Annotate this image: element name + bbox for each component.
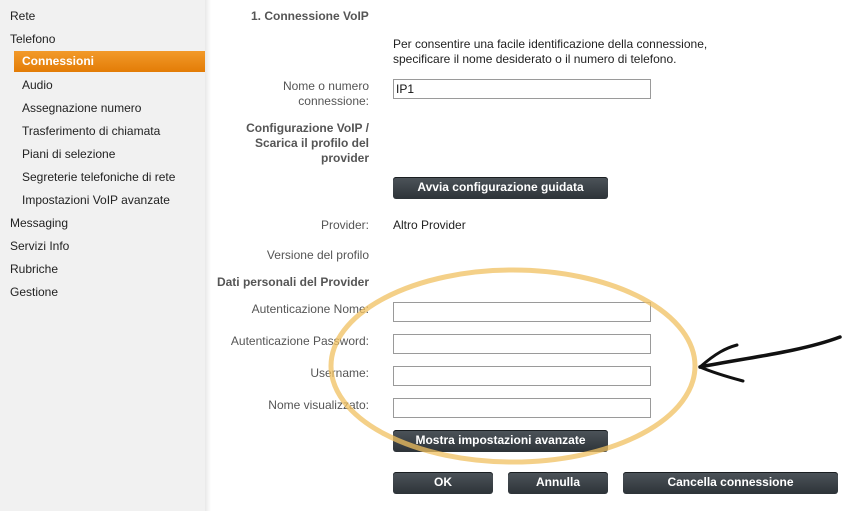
auth-name-field[interactable] <box>393 302 651 322</box>
auth-password-label: Autenticazione Password: <box>230 334 369 348</box>
nav-item-trasferimento-chiamata[interactable]: Trasferimento di chiamata <box>22 121 160 141</box>
nav-item-servizi-info[interactable]: Servizi Info <box>10 236 69 256</box>
nav-item-audio[interactable]: Audio <box>22 75 53 95</box>
ok-button[interactable]: OK <box>393 472 493 494</box>
nav-item-impostazioni-voip[interactable]: Impostazioni VoIP avanzate <box>22 190 170 210</box>
auth-name-label: Autenticazione Nome: <box>251 302 369 316</box>
profile-version-label: Versione del profilo <box>266 248 369 262</box>
personal-data-heading: Dati personali del Provider <box>216 275 369 289</box>
nav-item-assegnazione-numero[interactable]: Assegnazione numero <box>22 98 141 118</box>
nav-item-messaging[interactable]: Messaging <box>10 213 68 233</box>
username-label: Username: <box>310 366 369 380</box>
config-heading-2: Scarica il profilo del <box>254 136 369 150</box>
provider-value: Altro Provider <box>393 218 466 232</box>
show-advanced-button[interactable]: Mostra impostazioni avanzate <box>393 430 608 452</box>
connection-name-field[interactable] <box>393 79 651 99</box>
connection-name-label-1: Nome o numero <box>282 79 369 93</box>
sidebar-divider <box>205 0 211 511</box>
display-name-label: Nome visualizzato: <box>268 398 369 412</box>
intro-text-line-1: Per consentire una facile identificazion… <box>393 37 708 51</box>
nav-item-connessioni-label: Connessioni <box>22 54 95 68</box>
nav-item-rubriche[interactable]: Rubriche <box>10 259 58 279</box>
cancel-button[interactable]: Annulla <box>508 472 608 494</box>
auth-password-field[interactable] <box>393 334 651 354</box>
nav-item-connessioni[interactable]: Connessioni <box>14 51 211 72</box>
nav-item-piani-selezione[interactable]: Piani di selezione <box>22 144 115 164</box>
config-heading-3: provider <box>320 151 369 165</box>
username-field[interactable] <box>393 366 651 386</box>
annotation-arrow <box>698 335 842 383</box>
connection-name-label-2: connessione: <box>298 94 369 108</box>
nav-item-segreterie-rete[interactable]: Segreterie telefoniche di rete <box>22 167 175 187</box>
section-title: 1. Connessione VoIP <box>251 9 369 23</box>
sidebar: Rete Telefono Connessioni Audio Assegnaz… <box>0 0 211 511</box>
display-name-field[interactable] <box>393 398 651 418</box>
intro-text-line-2: specificare il nome desiderato o il nume… <box>393 52 677 66</box>
config-heading-1: Configurazione VoIP / <box>246 121 369 135</box>
nav-item-rete[interactable]: Rete <box>10 6 35 26</box>
delete-connection-button[interactable]: Cancella connessione <box>623 472 838 494</box>
provider-label: Provider: <box>320 218 369 232</box>
nav-item-telefono[interactable]: Telefono <box>10 29 55 49</box>
start-wizard-button[interactable]: Avvia configurazione guidata <box>393 177 608 199</box>
nav-item-gestione[interactable]: Gestione <box>10 282 58 302</box>
